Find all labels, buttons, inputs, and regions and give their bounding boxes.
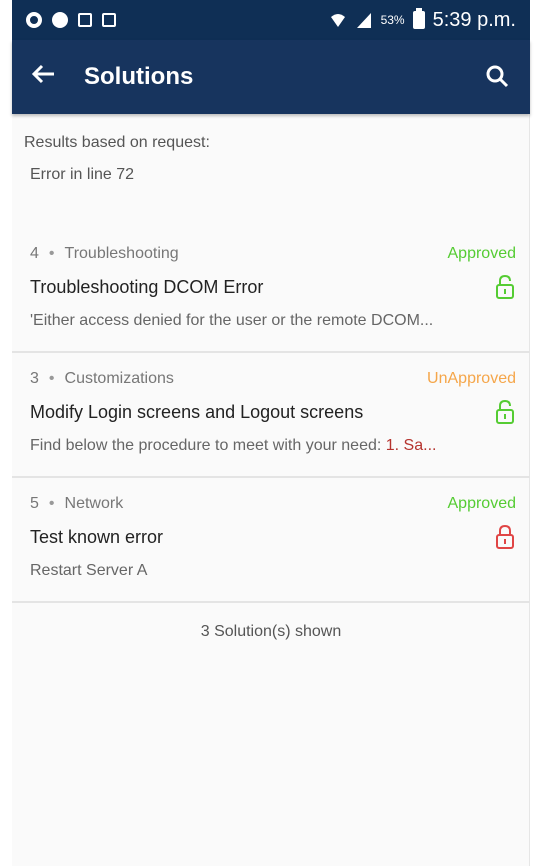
ring-icon	[26, 12, 42, 28]
signal-icon	[356, 13, 371, 28]
status-badge: Approved	[447, 495, 517, 512]
solution-title: Test known error	[30, 526, 164, 547]
solution-title-row: Test known error	[30, 518, 516, 556]
separator-dot: •	[48, 495, 55, 512]
page-title: Solutions	[84, 63, 194, 90]
separator-dot: •	[48, 370, 55, 387]
wifi-icon	[330, 14, 345, 27]
solution-title: Modify Login screens and Logout screens	[30, 401, 364, 422]
back-button[interactable]	[30, 61, 70, 93]
unlock-icon	[496, 399, 514, 424]
solution-meta: 4 • Troubleshooting Approved	[30, 228, 516, 268]
solution-meta: 5 • Network Approved	[30, 478, 516, 518]
search-icon	[486, 65, 509, 88]
arrow-left-icon	[31, 64, 54, 84]
solution-id-category: 3 • Customizations	[30, 370, 174, 388]
status-bar: 53% 5:39 p.m.	[12, 0, 530, 40]
summary-text: Find below the procedure to meet with yo…	[30, 437, 386, 454]
unlock-icon	[496, 274, 514, 299]
solutions-content: Results based on request: Error in line …	[12, 114, 530, 641]
solution-summary: Find below the procedure to meet with yo…	[30, 431, 516, 461]
solution-category: Troubleshooting	[64, 245, 179, 262]
status-right: 53% 5:39 p.m.	[329, 8, 516, 32]
screenshot-icon	[78, 13, 92, 27]
solution-meta: 3 • Customizations UnApproved	[30, 353, 516, 393]
solution-title: Troubleshooting DCOM Error	[30, 276, 264, 297]
solution-summary: 'Either access denied for the user or th…	[30, 312, 434, 329]
summary-highlight: 1. Sa...	[385, 437, 437, 454]
solution-item[interactable]: 3 • Customizations UnApproved Modify Login…	[12, 353, 530, 478]
dot-icon	[52, 12, 68, 28]
solution-title-row: Troubleshooting DCOM Error	[30, 268, 516, 306]
solution-category: Customizations	[64, 370, 174, 387]
clock: 5:39 p.m.	[432, 8, 516, 31]
solution-category: Network	[64, 495, 124, 512]
solution-id-category: 4 • Troubleshooting	[30, 245, 179, 263]
solution-id: 4	[30, 245, 39, 262]
notification-icons	[26, 12, 116, 28]
separator-dot: •	[48, 245, 55, 262]
solution-id-category: 5 • Network	[30, 495, 123, 513]
status-badge: UnApproved	[427, 370, 516, 387]
search-button[interactable]	[484, 63, 512, 91]
battery-icon	[412, 8, 425, 29]
solution-title-row: Modify Login screens and Logout screens	[30, 393, 516, 431]
solution-item[interactable]: 5 • Network Approved Test known error Rest…	[12, 478, 530, 603]
request-value: Error in line 72	[30, 166, 135, 183]
lock-icon	[496, 524, 514, 549]
solution-summary: Restart Server A	[30, 562, 148, 579]
app-bar: Solutions	[12, 40, 530, 114]
request-label: Results based on request:	[24, 134, 210, 151]
solution-id: 3	[30, 370, 39, 387]
battery-percent: 53%	[380, 13, 405, 27]
solution-item[interactable]: 4 • Troubleshooting Approved Troubleshooti…	[12, 228, 530, 353]
status-badge: Approved	[447, 245, 517, 262]
briefcase-icon	[102, 13, 116, 27]
solution-id: 5	[30, 495, 39, 512]
solutions-count: 3 Solution(s) shown	[200, 623, 342, 640]
